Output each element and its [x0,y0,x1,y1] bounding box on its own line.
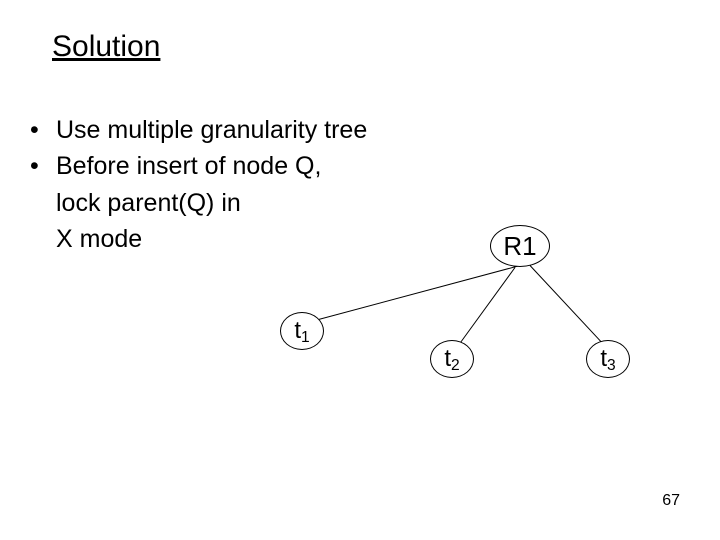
bullet-list: • Use multiple granularity tree • Before… [30,112,367,257]
bullet-continuation: lock parent(Q) in [30,185,367,221]
bullet-item: • Before insert of node Q, [30,148,367,184]
tree-edge [303,265,521,324]
slide-title: Solution [52,30,160,64]
bullet-text: Before insert of node Q, [56,148,321,184]
tree-node-root: R1 [490,225,550,267]
page-number: 67 [662,492,680,510]
bullet-dot: • [30,112,56,148]
node-label: t3 [600,345,615,373]
tree-node-leaf: t2 [430,340,474,378]
tree-node-leaf: t3 [586,340,630,378]
bullet-item: • Use multiple granularity tree [30,112,367,148]
node-label: R1 [503,231,536,262]
bullet-dot: • [30,148,56,184]
bullet-text: Use multiple granularity tree [56,112,367,148]
node-label: t1 [294,317,309,345]
tree-edge [530,265,602,342]
bullet-continuation: X mode [30,221,367,257]
node-label: t2 [444,345,459,373]
tree-node-leaf: t1 [280,312,324,350]
